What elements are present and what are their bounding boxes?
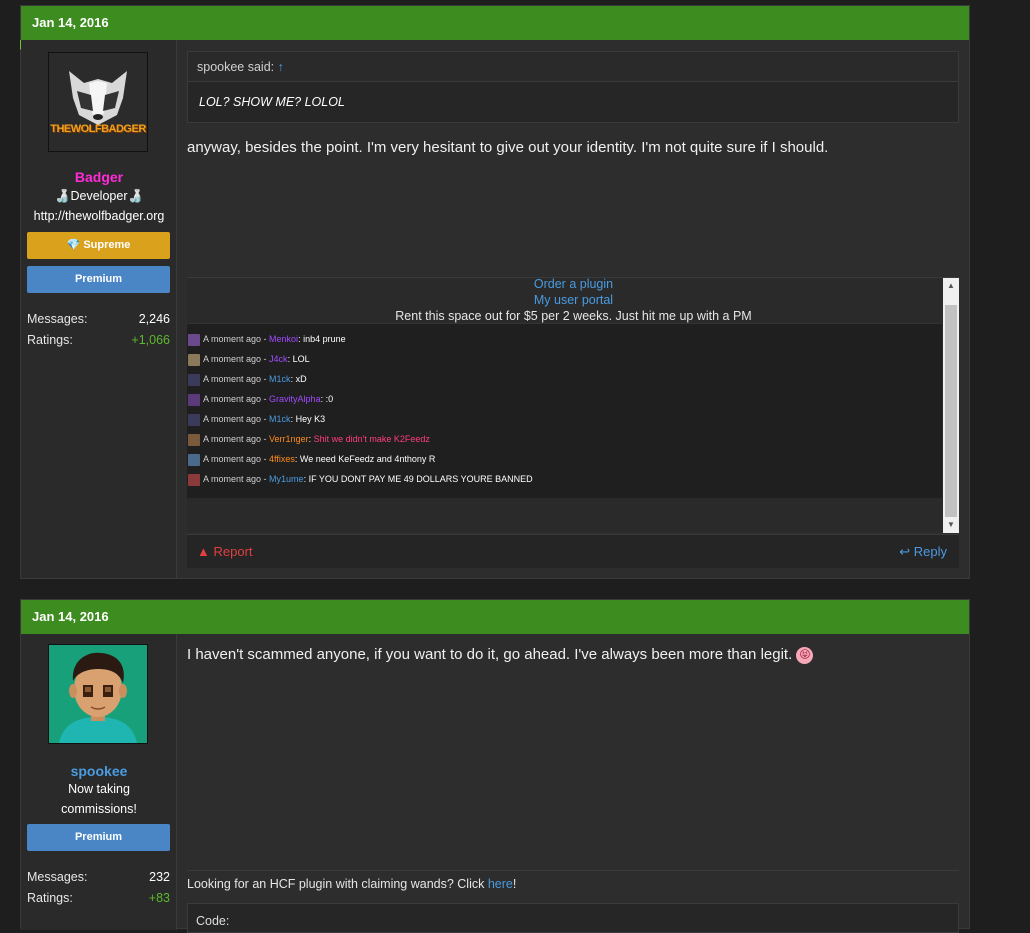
premium-badge: Premium	[27, 824, 170, 851]
user-info-panel: spookee Now taking commissions! Premium …	[21, 634, 177, 930]
warning-icon: ▲	[197, 544, 210, 559]
chat-time: A moment ago -	[203, 474, 270, 484]
ratings-stat: Ratings: +83	[27, 891, 170, 905]
message-text: I haven't scammed anyone, if you want to…	[187, 646, 814, 664]
chat-avatar-icon[interactable]	[188, 453, 200, 466]
signature-text: Looking for an HCF plugin with claiming …	[187, 877, 517, 891]
post-actions-bar: ▲ Report ↩ Reply	[187, 534, 959, 568]
chat-avatar-icon[interactable]	[188, 433, 200, 446]
chat-line: A moment ago - 4ffixes: We need KeFeedz …	[188, 451, 435, 467]
quote-author: spookee said: ↑	[188, 52, 958, 82]
chat-text: xD	[295, 374, 307, 384]
user-info-panel: THEWOLFBADGER Badger 🍶Developer🍶 http://…	[21, 40, 177, 578]
cartoon-person-icon	[49, 645, 147, 743]
chat-time: A moment ago -	[203, 414, 270, 424]
code-block: Code:	[187, 903, 959, 933]
chat-line: A moment ago - GravityAlpha: :0	[188, 391, 333, 407]
chat-avatar-icon[interactable]	[188, 333, 200, 346]
message-text: anyway, besides the point. I'm very hesi…	[187, 139, 829, 156]
signature-separator	[187, 870, 959, 871]
post-date-header: Jan 14, 2016	[21, 600, 969, 634]
post-2: Jan 14, 2016 spookee Now taking commissi…	[20, 599, 970, 933]
chat-time: A moment ago -	[203, 394, 270, 404]
code-label: Code:	[196, 914, 230, 928]
chat-username[interactable]: M1ck	[269, 374, 291, 384]
reply-button[interactable]: ↩ Reply	[899, 544, 947, 560]
post-date-header: Jan 14, 2016	[21, 6, 969, 40]
ratings-stat: Ratings: +1,066	[27, 333, 170, 347]
wolfbadger-logo-icon	[49, 53, 147, 151]
chat-username[interactable]: GravityAlpha	[269, 394, 321, 404]
chat-line: A moment ago - J4ck: LOL	[188, 351, 310, 367]
user-title-line2: commissions!	[61, 802, 137, 816]
chat-text: Shit we didn't make K2Feedz	[313, 434, 430, 444]
chat-text: IF YOU DONT PAY ME 49 DOLLARS YOURE BANN…	[308, 474, 533, 484]
chat-avatar-icon[interactable]	[188, 413, 200, 426]
scrollbar-thumb[interactable]	[945, 305, 957, 517]
chat-text: LOL	[292, 354, 310, 364]
premium-badge: Premium	[27, 266, 170, 293]
chat-text: We need KeFeedz and 4nthony R	[299, 454, 436, 464]
order-plugin-link[interactable]: Order a plugin	[196, 276, 951, 292]
chat-line: A moment ago - Menkoi: inb4 prune	[188, 331, 346, 347]
messages-stat: Messages: 2,246	[27, 312, 170, 326]
chat-avatar-icon[interactable]	[188, 393, 200, 406]
reply-arrow-icon: ↩	[899, 544, 911, 559]
chat-time: A moment ago -	[203, 374, 270, 384]
user-title: 🍶Developer🍶	[54, 189, 144, 203]
chat-text: :0	[325, 394, 334, 404]
tongue-smiley-icon: 😝	[796, 646, 814, 664]
post-date: Jan 14, 2016	[32, 15, 109, 30]
user-portal-link[interactable]: My user portal	[196, 292, 951, 308]
signature-chatbox[interactable]: Order a plugin My user portal Rent this …	[187, 276, 959, 533]
chat-username[interactable]: J4ck	[269, 354, 288, 364]
quote-jump-arrow-icon[interactable]: ↑	[278, 60, 284, 74]
rent-space-text: Rent this space out for $5 per 2 weeks. …	[395, 309, 752, 323]
chat-line: A moment ago - M1ck: Hey K3	[188, 411, 325, 427]
signature-links: Order a plugin My user portal Rent this …	[196, 276, 951, 324]
chat-time: A moment ago -	[203, 354, 270, 364]
chat-line: A moment ago - My1ume: IF YOU DONT PAY M…	[188, 471, 533, 487]
chat-text: inb4 prune	[303, 334, 346, 344]
here-link[interactable]: here	[488, 877, 513, 891]
chat-line: A moment ago - M1ck: xD	[188, 371, 307, 387]
chat-username[interactable]: Menkoi	[269, 334, 298, 344]
post-1: Jan 14, 2016 THEWOLFBADGER Badger 🍶Devel…	[20, 5, 970, 579]
scroll-down-icon[interactable]: ▼	[943, 517, 959, 533]
username[interactable]: spookee	[21, 763, 177, 779]
post-date: Jan 14, 2016	[32, 609, 109, 624]
supreme-badge: 💎 Supreme	[27, 232, 170, 259]
username[interactable]: Badger	[21, 169, 177, 185]
scroll-up-icon[interactable]: ▲	[943, 278, 959, 294]
report-button[interactable]: ▲ Report	[197, 544, 253, 559]
quote-block: spookee said: ↑ LOL? SHOW ME? LOLOL	[187, 51, 959, 123]
chat-avatar-icon[interactable]	[188, 353, 200, 366]
message-content: I haven't scammed anyone, if you want to…	[178, 634, 969, 933]
chat-username[interactable]: 4ffixes	[269, 454, 295, 464]
chat-avatar-icon[interactable]	[188, 473, 200, 486]
message-content: spookee said: ↑ LOL? SHOW ME? LOLOL anyw…	[178, 40, 969, 578]
diamond-icon: 💎	[66, 239, 81, 251]
chat-text: Hey K3	[295, 414, 326, 424]
messages-stat: Messages: 232	[27, 870, 170, 884]
avatar[interactable]: THEWOLFBADGER	[48, 52, 148, 152]
user-website: http://thewolfbadger.org	[33, 209, 165, 223]
chat-line: A moment ago - Verr1nger: Shit we didn't…	[188, 431, 430, 447]
avatar[interactable]	[48, 644, 148, 744]
chat-username[interactable]: Verr1nger	[269, 434, 309, 444]
bottle-icon: 🍶	[54, 189, 71, 203]
chat-time: A moment ago -	[203, 334, 270, 344]
avatar-logo-text: THEWOLFBADGER	[50, 123, 146, 135]
chat-username[interactable]: M1ck	[269, 414, 291, 424]
user-title: Now taking	[68, 782, 130, 796]
chat-username[interactable]: My1ume	[269, 474, 304, 484]
chat-time: A moment ago -	[203, 454, 270, 464]
scrollbar[interactable]: ▲ ▼	[943, 278, 959, 533]
chat-avatar-icon[interactable]	[188, 373, 200, 386]
quote-text: LOL? SHOW ME? LOLOL	[199, 95, 345, 109]
chat-messages: A moment ago - Menkoi: inb4 prune A momen…	[187, 323, 942, 498]
chat-time: A moment ago -	[203, 434, 270, 444]
bottle-icon: 🍶	[127, 189, 144, 203]
